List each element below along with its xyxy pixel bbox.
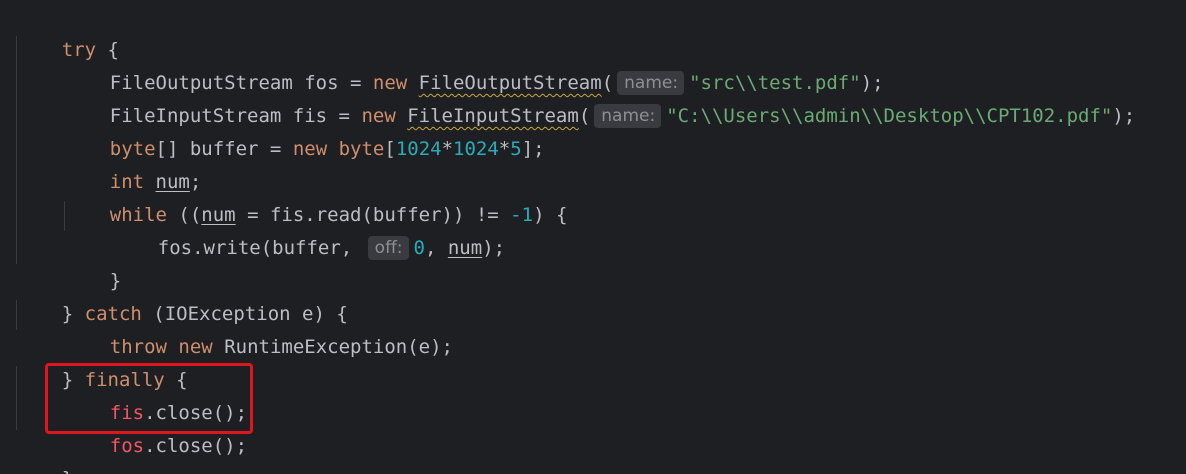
- code-line-14[interactable]: }: [16, 430, 73, 474]
- code-line-6[interactable]: while ((num = fis.read(buffer)) != -1) {: [64, 166, 568, 226]
- code-editor[interactable]: try { FileOutputStream fos = new FileOut…: [0, 0, 1186, 474]
- number-literal: 5: [510, 138, 522, 160]
- code-line-7[interactable]: fos.write(buffer, off: 0, num);: [112, 199, 505, 260]
- code-line-11[interactable]: } finally {: [16, 331, 188, 391]
- code-line-2[interactable]: FileOutputStream fos = new FileOutputStr…: [64, 34, 884, 95]
- code-line-4[interactable]: byte[] buffer = new byte[1024*1024*5];: [64, 100, 545, 160]
- number-literal: 0: [413, 237, 425, 259]
- code-line-10[interactable]: throw new RuntimeException(e);: [64, 298, 453, 358]
- keyword-new: new: [292, 138, 328, 160]
- number-literal: -1: [510, 204, 534, 226]
- param-hint-name: name:: [594, 104, 662, 128]
- param-hint-off: off:: [367, 236, 409, 260]
- code-line-5[interactable]: int num;: [64, 133, 202, 193]
- keyword-byte: byte: [338, 138, 385, 160]
- code-line-3[interactable]: FileInputStream fis = new FileInputStrea…: [64, 67, 1135, 128]
- number-literal: 1024: [395, 138, 442, 160]
- error-variable-fos[interactable]: fos: [110, 435, 144, 457]
- variable-num: num: [447, 237, 483, 259]
- code-line-8[interactable]: }: [64, 232, 121, 292]
- code-line-9[interactable]: } catch (IOException e) {: [16, 265, 348, 325]
- annotation-highlight-box: [45, 363, 253, 434]
- code-line-1[interactable]: try {: [16, 1, 119, 61]
- string-literal: "C:\\Users\\admin\\Desktop\\CPT102.pdf": [666, 105, 1113, 127]
- number-literal: 1024: [453, 138, 499, 160]
